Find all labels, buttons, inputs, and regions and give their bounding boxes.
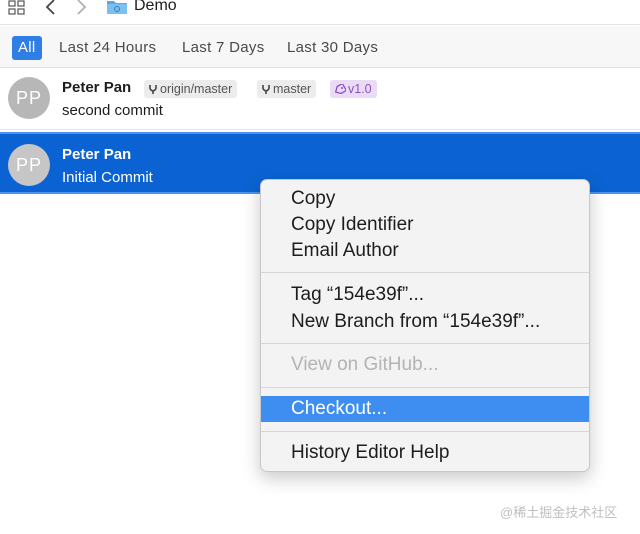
- branch-ref-label: origin/master: [160, 82, 233, 96]
- repository-title: Demo: [134, 0, 177, 14]
- menu-item-checkout[interactable]: Checkout...: [261, 396, 589, 422]
- branch-ref-label: master: [273, 82, 312, 96]
- tag-ref-label: v1.0: [348, 82, 372, 96]
- filter-all[interactable]: All: [12, 36, 42, 60]
- commit-author: Peter Pan: [62, 146, 132, 163]
- commit-author: Peter Pan: [62, 79, 132, 96]
- menu-separator: [261, 387, 589, 388]
- menu-separator: [261, 431, 589, 432]
- branch-ref-badge[interactable]: master: [257, 80, 317, 98]
- folder-icon: [107, 1, 127, 14]
- grid-icon[interactable]: [8, 0, 26, 16]
- branch-icon: [262, 85, 270, 94]
- menu-item-copy[interactable]: Copy: [261, 186, 589, 212]
- menu-item-new-branch[interactable]: New Branch from “154e39f”...: [261, 309, 589, 335]
- commit-context-menu: Copy Copy Identifier Email Author Tag “1…: [260, 179, 590, 472]
- menu-item-copy-identifier[interactable]: Copy Identifier: [261, 212, 589, 238]
- back-arrow-icon[interactable]: [44, 0, 58, 16]
- menu-separator: [261, 343, 589, 344]
- commit-row[interactable]: PP Peter Pan origin/master master v1.0 s…: [0, 68, 640, 130]
- avatar: PP: [8, 144, 50, 186]
- filter-last-30-days[interactable]: Last 30 Days: [281, 36, 384, 60]
- branch-ref-badge[interactable]: origin/master: [144, 80, 238, 98]
- menu-separator: [261, 272, 589, 273]
- tag-icon: [334, 82, 348, 95]
- tag-ref-badge[interactable]: v1.0: [330, 80, 377, 98]
- menu-item-email-author[interactable]: Email Author: [261, 238, 589, 264]
- date-filter-bar: All Last 24 Hours Last 7 Days Last 30 Da…: [0, 26, 640, 68]
- filter-last-24-hours[interactable]: Last 24 Hours: [53, 36, 162, 60]
- toolbar: Demo: [0, 0, 640, 25]
- commit-message: Initial Commit: [62, 169, 153, 186]
- forward-arrow-icon[interactable]: [74, 0, 88, 16]
- menu-item-view-on-github: View on GitHub...: [291, 354, 439, 375]
- menu-item-tag[interactable]: Tag “154e39f”...: [261, 282, 589, 308]
- branch-icon: [149, 85, 157, 94]
- avatar: PP: [8, 77, 50, 119]
- filter-last-7-days[interactable]: Last 7 Days: [176, 36, 271, 60]
- menu-item-history-editor-help[interactable]: History Editor Help: [261, 440, 589, 466]
- commit-message: second commit: [62, 102, 163, 119]
- watermark: @稀土掘金技术社区: [500, 505, 618, 520]
